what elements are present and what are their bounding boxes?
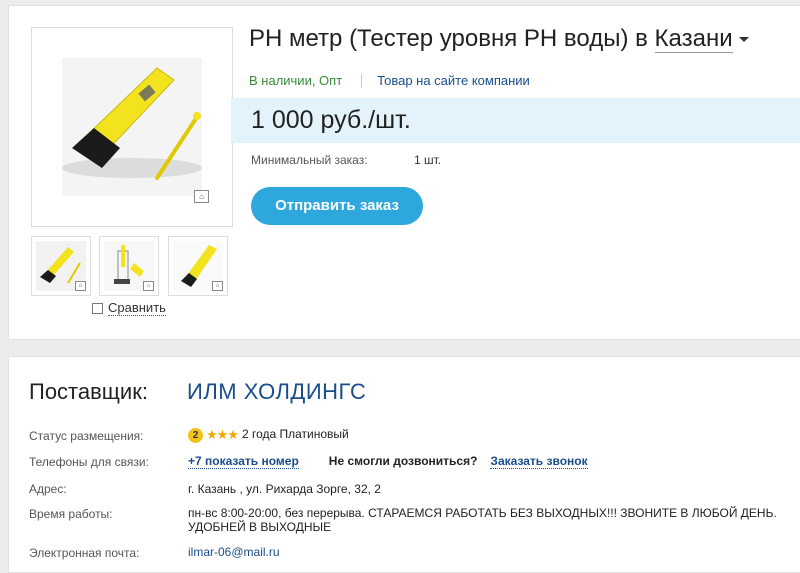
- thumbnail-1[interactable]: ⌂: [31, 236, 91, 296]
- min-order-value: 1 шт.: [414, 153, 442, 167]
- min-order-label: Минимальный заказ:: [251, 153, 368, 167]
- zoom-icon[interactable]: ⌂: [194, 190, 209, 203]
- availability-status: В наличии, Опт: [249, 73, 343, 88]
- thumbnail-2[interactable]: ⌂: [99, 236, 159, 296]
- zoom-icon[interactable]: ⌂: [212, 281, 223, 291]
- supplier-label: Поставщик:: [29, 379, 148, 404]
- status-label: Статус размещения:: [29, 429, 144, 443]
- star-rating-icon: ★★★: [206, 427, 239, 442]
- zoom-icon[interactable]: ⌂: [143, 281, 154, 291]
- email-label: Электронная почта:: [29, 546, 140, 560]
- hours-label: Время работы:: [29, 507, 113, 521]
- email-link[interactable]: ilmar-06@mail.ru: [188, 545, 280, 559]
- supplier-name-link[interactable]: ИЛМ ХОЛДИНГС: [187, 379, 366, 405]
- send-order-button[interactable]: Отправить заказ: [251, 187, 423, 225]
- phones-value: +7 показать номер Не смогли дозвониться? З…: [188, 454, 588, 469]
- product-title: РН метр (Тестер уровня РН воды) в Казани: [249, 25, 749, 53]
- phones-label: Телефоны для связи:: [29, 455, 149, 469]
- thumbnail-3[interactable]: ⌂: [168, 236, 228, 296]
- no-call-text: Не смогли дозвониться?: [328, 454, 478, 468]
- address-label: Адрес:: [29, 482, 67, 496]
- availability-row: В наличии, Опт Товар на сайте компании: [249, 73, 530, 88]
- chevron-down-icon[interactable]: [738, 37, 749, 43]
- compare-label[interactable]: Сравнить: [108, 300, 166, 316]
- divider: [361, 73, 363, 88]
- product-main-image[interactable]: ⌂: [31, 27, 233, 227]
- compare-checkbox[interactable]: Сравнить: [92, 300, 166, 316]
- zoom-icon[interactable]: ⌂: [75, 281, 86, 291]
- show-phone-link[interactable]: +7 показать номер: [188, 454, 299, 469]
- hours-line-1: пн-вс 8:00-20:00, без перерыва. СТАРАЕМС…: [188, 506, 777, 520]
- price: 1 000 руб./шт.: [251, 106, 411, 134]
- company-site-link[interactable]: Товар на сайте компании: [377, 73, 530, 88]
- supplier-card: Поставщик: ИЛМ ХОЛДИНГС Статус размещени…: [8, 356, 800, 573]
- hours-line-2: УДОБНЕЙ В ВЫХОДНЫЕ: [188, 520, 332, 534]
- title-text: РН метр (Тестер уровня РН воды) в: [249, 25, 655, 52]
- status-text: 2 года Платиновый: [241, 427, 349, 442]
- checkbox-icon[interactable]: [92, 302, 103, 314]
- status-value: 2 ★★★ 2 года Платиновый: [188, 427, 349, 443]
- status-badge: 2: [188, 427, 203, 443]
- address-value: г. Казань , ул. Рихарда Зорге, 32, 2: [188, 482, 381, 496]
- product-card: ⌂ ⌂ ⌂ ⌂ Сравнить РН метр (Тестер уровня …: [8, 5, 800, 340]
- city-selector[interactable]: Казани: [654, 25, 733, 53]
- request-call-link[interactable]: Заказать звонок: [490, 454, 588, 469]
